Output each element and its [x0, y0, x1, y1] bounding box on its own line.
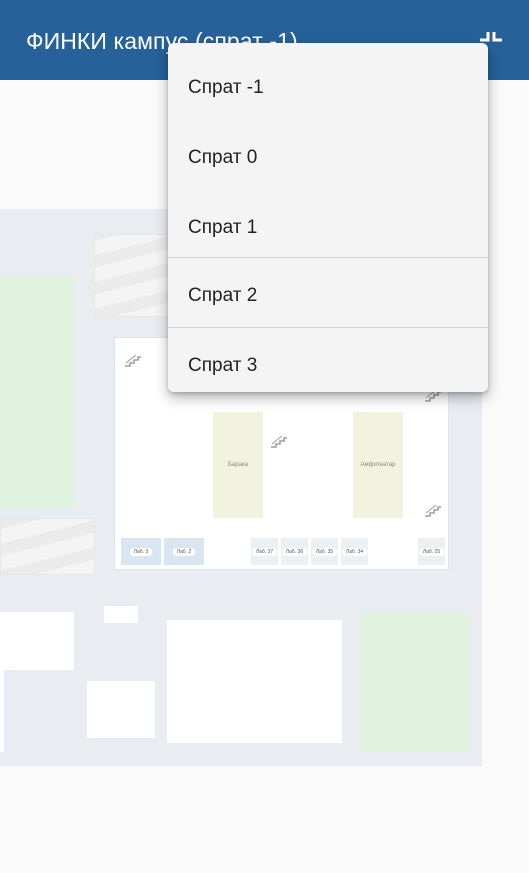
- menu-item-floor-3[interactable]: Спрат 3: [168, 327, 488, 392]
- app-screen: Барака Амфитеатар Лаб. 3 Лаб. 2 Лаб. 37 …: [0, 0, 529, 873]
- room-lab-34[interactable]: Лаб. 34: [341, 538, 368, 565]
- menu-item-label: Спрат 0: [188, 147, 258, 168]
- stairs-icon: [271, 435, 287, 448]
- floor-menu: Спрат -1 Спрат 0 Спрат 1 Спрат 2 Спрат 3: [168, 43, 488, 392]
- menu-item-floor-minus-1[interactable]: Спрат -1: [168, 53, 488, 123]
- menu-item-label: Спрат -1: [188, 77, 264, 98]
- room-lab-37[interactable]: Лаб. 37: [251, 538, 278, 565]
- room-lab-25[interactable]: Лаб. 25: [418, 538, 445, 565]
- room-label: Лаб. 2: [172, 547, 196, 556]
- menu-item-label: Спрат 3: [188, 354, 258, 376]
- menu-item-floor-2[interactable]: Спрат 2: [168, 257, 488, 327]
- construction-area-top: [94, 234, 174, 317]
- hall-amphitheater[interactable]: Амфитеатар: [353, 412, 403, 518]
- room-label: Лаб. 37: [251, 547, 278, 556]
- room-lab-2[interactable]: Лаб. 2: [164, 538, 204, 565]
- menu-item-label: Спрат 1: [188, 217, 258, 238]
- green-area-right: [361, 612, 469, 752]
- menu-item-label: Спрат 2: [188, 284, 258, 306]
- stairs-icon: [125, 354, 141, 367]
- building-block[interactable]: [104, 606, 138, 623]
- room-label: Лаб. 25: [418, 547, 445, 556]
- construction-area-left: [0, 518, 95, 575]
- hall-label: Амфитеатар: [360, 462, 396, 468]
- stairs-icon: [425, 504, 441, 517]
- menu-item-floor-1[interactable]: Спрат 1: [168, 193, 488, 263]
- room-label: Лаб. 35: [311, 547, 338, 556]
- building-block[interactable]: [167, 620, 342, 743]
- room-lab-3[interactable]: Лаб. 3: [121, 538, 161, 565]
- building-block[interactable]: [0, 670, 4, 752]
- hall-label: Барака: [227, 462, 249, 468]
- menu-item-floor-0[interactable]: Спрат 0: [168, 123, 488, 193]
- room-label: Лаб. 34: [341, 547, 368, 556]
- room-lab-35[interactable]: Лаб. 35: [311, 538, 338, 565]
- room-label: Лаб. 3: [129, 547, 153, 556]
- hall-baraka[interactable]: Барака: [213, 412, 263, 518]
- room-lab-36[interactable]: Лаб. 36: [281, 538, 308, 565]
- building-block[interactable]: [87, 681, 155, 738]
- green-area-left: [0, 276, 74, 508]
- building-block[interactable]: [0, 612, 74, 670]
- room-label: Лаб. 36: [281, 547, 308, 556]
